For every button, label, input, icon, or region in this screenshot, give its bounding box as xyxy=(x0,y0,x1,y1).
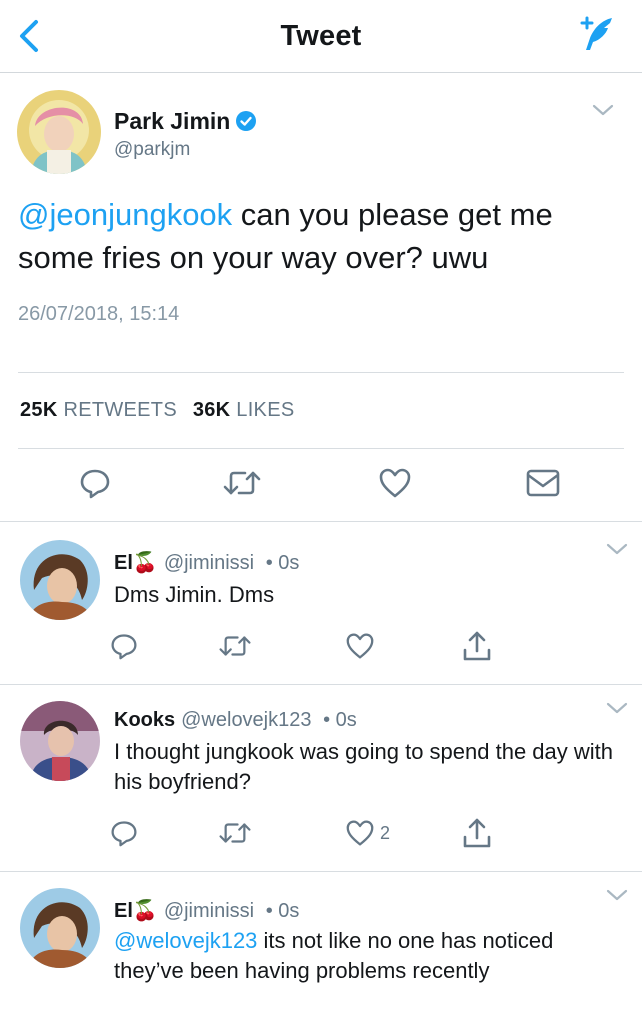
chevron-down-icon[interactable] xyxy=(592,103,614,117)
tweet-actions xyxy=(0,465,642,505)
cherry-emoji: 🍒 xyxy=(132,900,158,922)
like-icon[interactable] xyxy=(378,467,412,499)
reply-author-name[interactable]: Kooks xyxy=(114,709,175,731)
reply-icon[interactable] xyxy=(110,819,138,847)
navigation-bar: Tweet xyxy=(0,0,642,73)
chevron-down-icon[interactable] xyxy=(606,701,628,715)
reply-icon[interactable] xyxy=(110,632,138,660)
tweet-text: @jeonjungkook can you please get me some… xyxy=(18,197,553,275)
avatar[interactable] xyxy=(20,701,100,781)
verified-badge-icon xyxy=(236,111,257,131)
avatar[interactable] xyxy=(20,540,100,620)
divider xyxy=(18,372,624,373)
reply-tweet[interactable]: Kooks @welovejk123 • 0s I thought jungkoo… xyxy=(0,685,642,871)
direct-message-icon[interactable] xyxy=(525,468,561,498)
reply-author-handle[interactable]: @welovejk123 xyxy=(181,709,311,731)
like-count: 2 xyxy=(380,823,391,843)
reply-author-name[interactable]: El xyxy=(114,552,133,574)
share-icon[interactable] xyxy=(462,630,492,662)
cherry-emoji: 🍒 xyxy=(132,552,158,574)
reply-time: 0s xyxy=(278,552,300,574)
reply-author-handle[interactable]: @jiminissi xyxy=(164,552,254,574)
reply-tweet[interactable]: El🍒 @jiminissi • 0s @welovejk123 its not … xyxy=(0,872,642,1024)
compose-tweet-icon[interactable] xyxy=(576,14,616,54)
separator-dot: • xyxy=(265,900,273,922)
likes-stat[interactable]: 36K LIKES xyxy=(193,399,305,421)
author-name[interactable]: Park Jimin xyxy=(114,108,257,135)
reply-text: I thought jungkook was going to spend th… xyxy=(114,739,614,794)
retweets-stat[interactable]: 25K RETWEETS xyxy=(20,399,187,421)
reply-text: Dms Jimin. Dms xyxy=(114,582,275,607)
reply-text: @welovejk123 its not like no one has not… xyxy=(114,928,554,983)
like-icon[interactable] xyxy=(345,632,375,660)
divider xyxy=(18,448,624,449)
reply-author-handle[interactable]: @jiminissi xyxy=(164,900,254,922)
retweet-icon[interactable] xyxy=(218,634,252,658)
tweet-stats: 25K RETWEETS 36K LIKES xyxy=(20,399,304,422)
mention-link[interactable]: @jeonjungkook xyxy=(18,197,232,232)
reply-icon[interactable] xyxy=(79,467,111,499)
reply-tweet[interactable]: El🍒 @jiminissi • 0s Dms Jimin. Dms xyxy=(0,522,642,684)
reply-time: 0s xyxy=(278,900,300,922)
page-title: Tweet xyxy=(280,20,362,52)
reply-time: 0s xyxy=(335,709,357,731)
chevron-down-icon[interactable] xyxy=(606,542,628,556)
author-handle[interactable]: @parkjm xyxy=(114,139,190,161)
reply-author-name[interactable]: El xyxy=(114,900,133,922)
avatar[interactable] xyxy=(20,888,100,968)
retweet-icon[interactable] xyxy=(222,469,262,497)
avatar[interactable] xyxy=(17,90,101,174)
retweet-icon[interactable] xyxy=(218,821,252,845)
share-icon[interactable] xyxy=(462,817,492,849)
chevron-down-icon[interactable] xyxy=(606,888,628,902)
separator-dot: • xyxy=(323,709,331,731)
like-icon[interactable] xyxy=(345,819,375,847)
separator-dot: • xyxy=(265,552,273,574)
tweet-timestamp: 26/07/2018, 15:14 xyxy=(18,303,180,325)
mention-link[interactable]: @welovejk123 xyxy=(114,928,257,953)
